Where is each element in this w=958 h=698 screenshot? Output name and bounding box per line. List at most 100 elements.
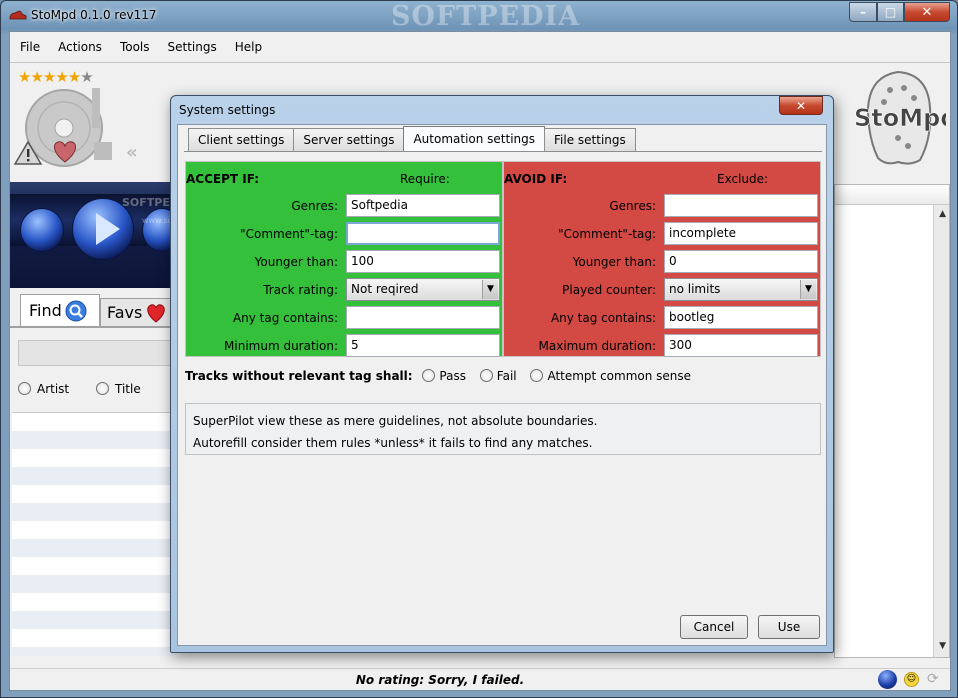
heart-icon [147,303,166,323]
maximize-icon: □ [884,5,897,19]
maximize-button[interactable]: □ [877,2,904,22]
use-button[interactable]: Use [758,615,820,639]
avoid-heading: AVOID IF: [504,172,568,186]
previous-track-icon[interactable]: « [126,142,137,163]
common-sense-radio[interactable]: Attempt common sense [530,369,695,383]
fail-radio-circle[interactable] [479,369,493,382]
stompd-logo-icon: StoMpd [854,70,946,165]
accept-any-tag-label: Any tag contains: [232,311,338,325]
tracks-policy-label: Tracks without relevant tag shall: [185,369,413,383]
search-input[interactable] [18,340,176,366]
menu-actions[interactable]: Actions [54,40,106,54]
tab-find-label: Find [29,301,62,320]
accept-comment-label: "Comment"-tag: [240,227,338,241]
scroll-down-icon[interactable]: ▼ [939,641,946,651]
title-bar[interactable]: StoMpd 0.1.0 rev117 SOFTPEDIA – □ ✕ [1,1,957,32]
rating-filled-stars: ★★★★★ [18,68,81,86]
accept-genres-field[interactable]: Softpedia [346,194,500,217]
menu-tools[interactable]: Tools [116,40,154,54]
tab-server-settings[interactable]: Server settings [293,128,405,151]
fail-radio-label: Fail [496,369,517,383]
tab-find[interactable]: Find [20,294,100,326]
settings-tabs: Client settings Server settings Automati… [188,126,636,152]
accept-track-rating-value: Not reqired [351,282,419,296]
status-orb-icon[interactable] [878,670,897,689]
tab-automation-settings[interactable]: Automation settings [403,126,546,151]
close-icon: ✕ [921,4,933,20]
dialog-close-button[interactable]: ✕ [779,96,823,115]
title-radio[interactable]: Title [96,382,141,396]
avoid-played-counter-value: no limits [669,282,721,296]
dialog-title: System settings [179,103,276,117]
playlist-panel[interactable]: ▲ ▼ [834,184,950,658]
status-text: No rating: Sorry, I failed. [355,673,525,687]
search-icon [65,300,87,321]
tab-client-settings[interactable]: Client settings [188,128,295,151]
minimize-button[interactable]: – [849,2,877,22]
chevron-down-icon[interactable]: ▼ [800,280,816,299]
avoid-comment-label: "Comment"-tag: [558,227,656,241]
accept-genres-label: Genres: [291,199,338,213]
accept-any-tag-field[interactable] [346,306,500,329]
warning-icon[interactable] [13,140,43,166]
menu-settings[interactable]: Settings [164,40,221,54]
accept-track-rating-select[interactable]: Not reqired ▼ [346,278,500,301]
stop-icon[interactable] [94,142,112,160]
accept-comment-field[interactable] [346,222,500,245]
avoid-genres-label: Genres: [609,199,656,213]
avoid-comment-field[interactable]: incomplete [664,222,818,245]
pass-radio-circle[interactable] [422,369,436,382]
refresh-icon[interactable]: ⟳ [927,671,939,687]
player-visual: SOFTPEDIA www.softpedia.com [10,182,220,288]
info-line-2: Autorefill consider them rules *unless* … [193,436,593,450]
tracks-policy-row: Tracks without relevant tag shall: Pass … [185,369,695,383]
avoid-played-counter-select[interactable]: no limits ▼ [664,278,818,301]
avoid-any-tag-field[interactable]: bootleg [664,306,818,329]
avoid-younger-label: Younger than: [572,255,656,269]
accept-min-duration-label: Minimum duration: [224,339,338,353]
pass-radio[interactable]: Pass [422,369,470,383]
playlist-scrollbar[interactable] [933,205,949,657]
artist-radio-circle[interactable] [18,382,31,395]
results-list[interactable] [12,412,176,656]
avoid-subheading: Exclude: [717,172,769,186]
avoid-max-duration-field[interactable]: 300 [664,334,818,357]
common-sense-radio-circle[interactable] [530,369,544,382]
avoid-any-tag-label: Any tag contains: [550,311,656,325]
title-radio-circle[interactable] [96,382,109,395]
scroll-up-icon[interactable]: ▲ [939,209,946,219]
accept-subheading: Require: [400,172,450,186]
avoid-played-counter-label: Played counter: [562,283,656,297]
menu-file[interactable]: File [16,40,44,54]
menu-separator [10,62,950,63]
status-bar: No rating: Sorry, I failed. ☺ ⟳ [10,668,950,690]
favorite-heart-icon[interactable] [50,138,80,164]
fail-radio[interactable]: Fail [479,369,521,383]
common-sense-radio-label: Attempt common sense [547,369,692,383]
avoid-genres-field[interactable] [664,194,818,217]
menu-help[interactable]: Help [231,40,266,54]
softpedia-watermark: SOFTPEDIA [391,1,581,32]
tab-divider [184,151,822,152]
dialog-body: Client settings Server settings Automati… [177,124,827,646]
chevron-down-icon[interactable]: ▼ [482,280,498,299]
prev-orb-button[interactable] [20,208,64,252]
accept-min-duration-field[interactable]: 5 [346,334,500,357]
minimize-icon: – [860,5,866,19]
playlist-header[interactable] [835,185,949,205]
avoid-younger-field[interactable]: 0 [664,250,818,273]
artist-radio-label: Artist [37,382,70,396]
close-icon: ✕ [795,98,807,113]
accept-younger-field[interactable]: 100 [346,250,500,273]
smiley-icon[interactable]: ☺ [904,672,919,687]
close-button[interactable]: ✕ [904,2,950,22]
tab-file-settings[interactable]: File settings [544,128,636,151]
rating-empty-star: ★ [80,68,93,86]
artist-radio[interactable]: Artist [18,382,69,396]
rating-stars[interactable]: ★★★★★★ [18,68,94,86]
tab-baseline [10,326,175,328]
cancel-button[interactable]: Cancel [680,615,748,639]
avoid-panel: AVOID IF: Exclude: Genres: "Comment"-tag… [503,161,821,357]
tab-favs[interactable]: Favs [100,298,180,326]
menu-bar: File Actions Tools Settings Help [10,32,950,62]
